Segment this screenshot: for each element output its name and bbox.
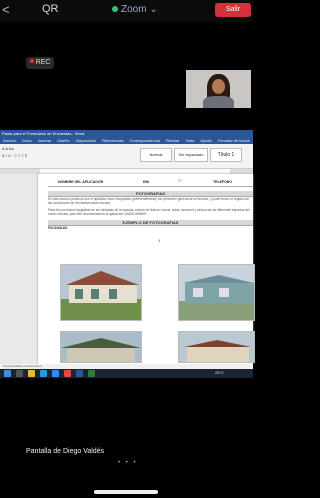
menu-item[interactable]: Archivo	[3, 138, 16, 143]
menu-item[interactable]: Ayuda	[200, 138, 211, 143]
secure-icon	[112, 6, 118, 12]
start-icon[interactable]	[4, 370, 11, 377]
zoom-menu[interactable]: Zoom ⌄	[112, 4, 158, 15]
col-header-dni: DNI	[143, 180, 150, 184]
word-ribbon: A A Aa B I U · ≡ ≡ ≡ ¶ Normal Sin espaci…	[0, 144, 253, 169]
windows-taskbar: 26°C	[0, 369, 253, 378]
leave-button[interactable]: Salir	[215, 3, 251, 17]
weather-temp: 26°C	[215, 370, 224, 375]
menu-item[interactable]: Revisar	[166, 138, 180, 143]
style-normal[interactable]: Normal	[140, 148, 172, 162]
back-icon[interactable]: <	[2, 2, 10, 17]
applicant-header-row: NOMBRE DEL APLICADOR DNI ○ TELEFONO	[48, 178, 253, 187]
qr-label[interactable]: QR	[42, 3, 59, 15]
school-facade-photo-1	[60, 264, 142, 321]
word-app-icon[interactable]	[76, 370, 83, 377]
col-header-phone: TELEFONO	[213, 180, 233, 184]
home-indicator[interactable]	[94, 490, 158, 494]
folder-icon[interactable]	[28, 370, 35, 377]
col-header-applicant: NOMBRE DEL APLICADOR	[58, 180, 104, 184]
zoom-label: Zoom	[121, 4, 147, 15]
document-page[interactable]: NOMBRE DEL APLICADOR DNI ○ TELEFONO FOTO…	[38, 174, 255, 364]
chrome-icon[interactable]	[64, 370, 71, 377]
font-controls[interactable]: A A Aa	[2, 146, 14, 151]
fachadas-label: FACHADAS	[48, 226, 68, 230]
menu-item[interactable]: Formato de forma	[218, 138, 250, 143]
menu-item[interactable]: Diseño	[57, 138, 69, 143]
photos-instructions-2: Para ello produzca fotografías de las fa…	[48, 208, 250, 216]
excel-app-icon[interactable]	[88, 370, 95, 377]
word-menu-bar: Archivo Inicio Insertar Diseño Disposición Re…	[0, 137, 253, 144]
radio-icon[interactable]: ○	[178, 178, 181, 184]
format-icons[interactable]: B I U · ≡ ≡ ≡ ¶	[2, 153, 27, 158]
school-facade-photo-2	[178, 264, 255, 321]
record-dot-icon	[29, 59, 34, 63]
screen-share-owner-label: Pantalla de Diego Valdés	[26, 448, 105, 455]
style-heading-1[interactable]: Título 1	[210, 148, 242, 162]
menu-item[interactable]: Correspondencia	[130, 138, 160, 143]
search-icon[interactable]	[16, 370, 23, 377]
word-title-bar: Pauta para el Formulario de Encuestas - …	[0, 130, 253, 137]
zoom-app-icon[interactable]	[52, 370, 59, 377]
section-example-header: EJEMPLO DE FOTOGRAFIAS	[48, 220, 253, 226]
menu-item[interactable]: Inicio	[22, 138, 31, 143]
style-no-spacing[interactable]: Sin espaciado	[174, 148, 208, 162]
menu-item[interactable]: Insertar	[38, 138, 52, 143]
menu-item[interactable]: Vista	[186, 138, 195, 143]
recording-badge: REC	[26, 57, 54, 69]
page-indicator[interactable]: • • •	[118, 460, 138, 466]
school-facade-photo-4	[178, 331, 255, 363]
photos-instructions-1: En esta sección pedimos que el aplicador…	[48, 197, 249, 205]
participant-body	[203, 96, 234, 108]
edge-icon[interactable]	[40, 370, 47, 377]
zoom-top-bar: < QR Zoom ⌄ Salir	[0, 0, 253, 22]
menu-item[interactable]: Referencias	[102, 138, 123, 143]
school-facade-photo-3	[60, 331, 142, 363]
participant-video-thumbnail[interactable]	[186, 70, 251, 108]
shared-word-window: Pauta para el Formulario de Encuestas - …	[0, 130, 255, 378]
menu-item[interactable]: Disposición	[76, 138, 96, 143]
rec-label: REC	[35, 59, 51, 66]
page-number: 1	[158, 238, 161, 243]
participant-face	[212, 79, 225, 94]
